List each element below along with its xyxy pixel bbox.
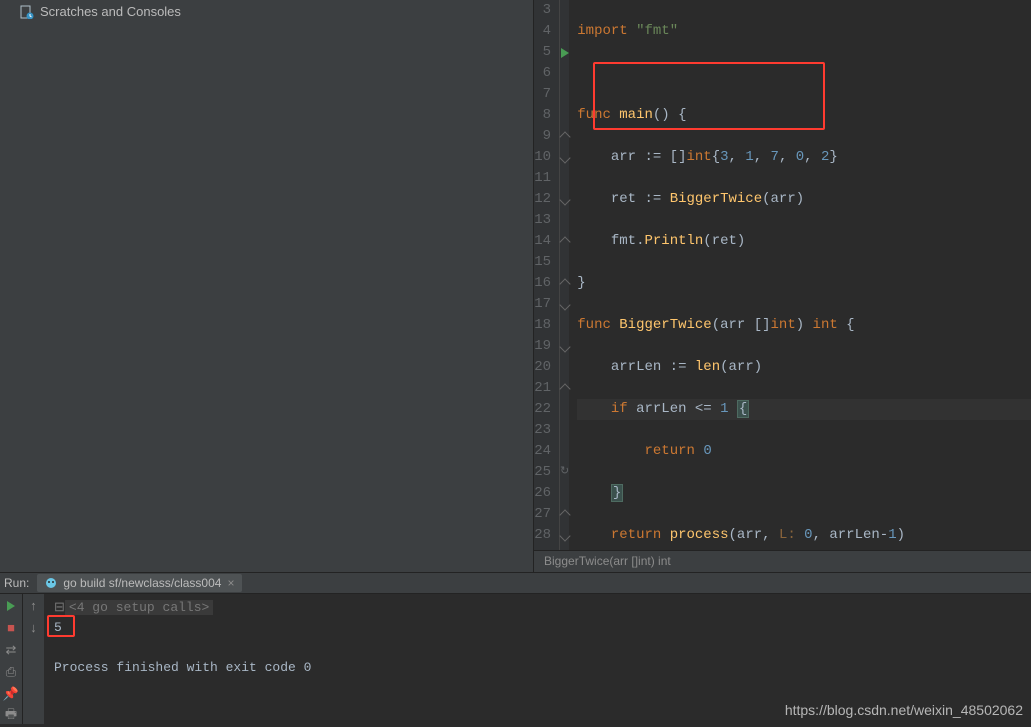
layout-button[interactable]: ⇄ — [3, 642, 19, 658]
project-sidebar[interactable]: Scratches and Consoles — [0, 0, 534, 572]
stop-button[interactable]: ■ — [3, 620, 19, 636]
watermark: https://blog.csdn.net/weixin_48502062 — [785, 702, 1023, 718]
run-tab[interactable]: go build sf/newclass/class004 × — [37, 574, 242, 592]
up-button[interactable]: ↑ — [26, 598, 42, 614]
code-area[interactable]: import "fmt" func main() { arr := []int{… — [569, 0, 1031, 572]
breadcrumb[interactable]: BiggerTwice(arr []int) int — [534, 550, 1031, 572]
run-tabs: Run: go build sf/newclass/class004 × — [0, 573, 1031, 594]
sidebar-item-scratches[interactable]: Scratches and Consoles — [0, 2, 533, 21]
exit-line: Process finished with exit code 0 — [54, 658, 1021, 678]
print-button[interactable]: 🖶 — [3, 708, 19, 724]
run-nav: ↑ ↓ — [22, 594, 44, 724]
recursive-icon: ↻ — [560, 462, 569, 483]
line-number-gutter: 345 678 91011 121314 151617 181920 21222… — [534, 0, 560, 572]
run-label: Run: — [4, 576, 29, 590]
run-toolbar: ■ ⇄ ⎙ 📌 🖶 — [0, 594, 22, 724]
output-line: 5 — [54, 618, 1021, 638]
code-editor[interactable]: 345 678 91011 121314 151617 181920 21222… — [534, 0, 1031, 572]
scratches-icon — [20, 5, 34, 19]
down-button[interactable]: ↓ — [26, 620, 42, 636]
close-icon[interactable]: × — [227, 576, 234, 590]
go-icon — [45, 577, 57, 589]
breadcrumb-item[interactable]: BiggerTwice(arr []int) int — [544, 551, 671, 572]
rerun-button[interactable] — [3, 598, 19, 614]
pin-button[interactable]: 📌 — [3, 686, 19, 702]
toggle-button[interactable]: ⎙ — [3, 664, 19, 680]
run-gutter-icon[interactable] — [561, 48, 569, 58]
setup-calls: <4 go setup calls> — [65, 600, 213, 615]
run-tab-label: go build sf/newclass/class004 — [63, 576, 221, 590]
gutter-marks: ↻ — [560, 0, 569, 572]
sidebar-item-label: Scratches and Consoles — [40, 4, 181, 19]
